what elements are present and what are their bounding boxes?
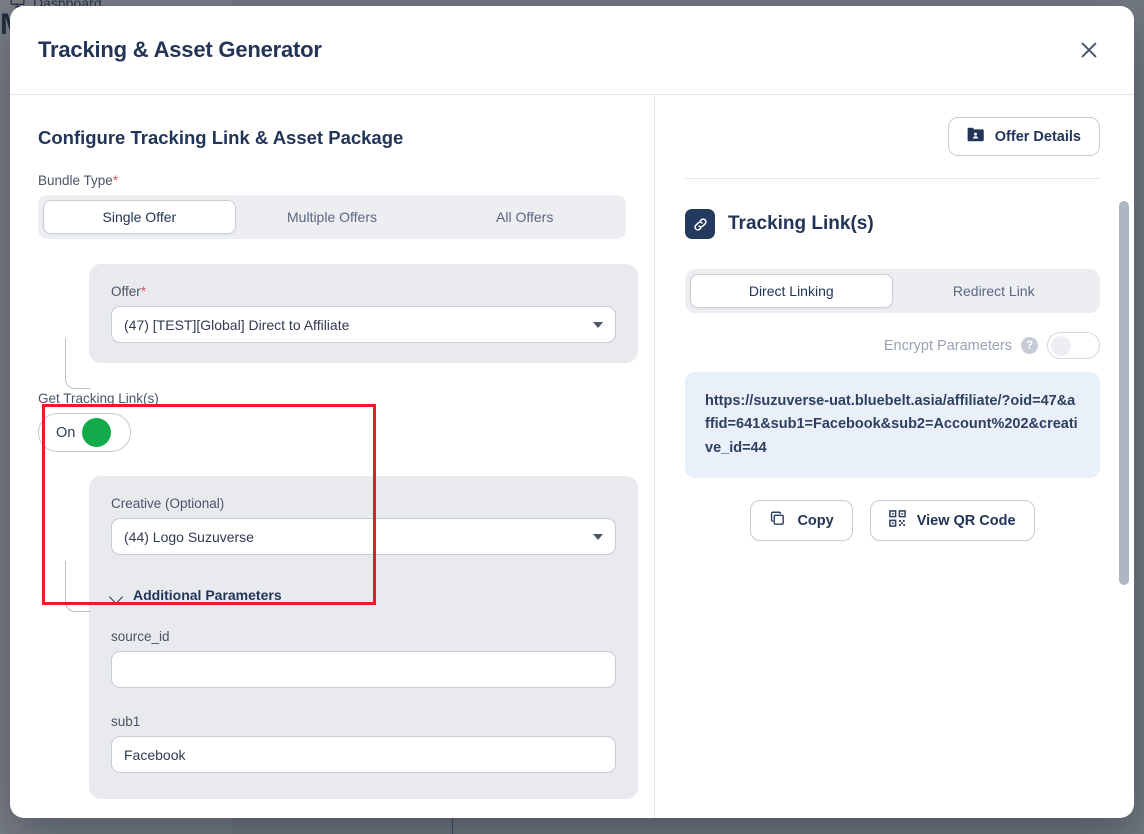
encrypt-parameters-switch[interactable] [1047,332,1100,359]
chevron-down-icon [593,534,603,540]
tracking-links-title: Tracking Link(s) [728,213,874,235]
tab-multiple-offers[interactable]: Multiple Offers [236,200,429,234]
tab-redirect-link[interactable]: Redirect Link [893,274,1096,308]
copy-button[interactable]: Copy [750,500,852,541]
get-tracking-links-label: Get Tracking Link(s) [38,391,626,406]
panel-divider [685,178,1100,179]
offer-card: Offer* (47) [TEST][Global] Direct to Aff… [89,264,638,363]
offer-label-text: Offer [111,284,141,299]
creative-label: Creative (Optional) [111,496,616,511]
qr-code-icon [889,510,906,531]
offer-select[interactable]: (47) [TEST][Global] Direct to Affiliate [111,306,616,343]
switch-knob [1051,336,1071,356]
required-marker: * [113,173,118,188]
tree-connector-creative [65,561,90,612]
required-marker: * [141,284,146,299]
tab-single-offer[interactable]: Single Offer [43,200,236,234]
tracking-links-header: Tracking Link(s) [685,209,1100,239]
additional-parameters-label: Additional Parameters [133,587,282,603]
sub1-label: sub1 [111,714,616,729]
bundle-type-segmented-control[interactable]: Single Offer Multiple Offers All Offers [38,195,626,239]
offer-select-value: (47) [TEST][Global] Direct to Affiliate [124,317,349,333]
view-qr-code-button[interactable]: View QR Code [870,500,1035,541]
tracking-url-text[interactable]: https://suzuverse-uat.bluebelt.asia/affi… [685,372,1100,478]
copy-icon [769,510,786,531]
close-icon[interactable] [1072,33,1106,67]
modal-header: Tracking & Asset Generator [10,6,1134,95]
creative-select-value: (44) Logo Suzuverse [124,529,254,545]
modal-title: Tracking & Asset Generator [38,37,322,63]
tracking-url-actions: Copy [685,500,1100,541]
chevron-down-icon [593,322,603,328]
additional-parameters-toggle[interactable]: Additional Parameters [111,587,616,603]
get-tracking-links-toggle[interactable]: On [38,413,131,452]
tab-all-offers[interactable]: All Offers [428,200,621,234]
toggle-knob [82,418,111,447]
link-mode-segmented-control[interactable]: Direct Linking Redirect Link [685,269,1100,313]
tree-connector-offer [65,338,90,389]
bundle-type-label-text: Bundle Type [38,173,113,188]
configure-panel: Configure Tracking Link & Asset Package … [10,95,655,818]
toggle-state-label: On [44,425,75,441]
copy-label: Copy [797,513,833,529]
link-icon [685,209,715,239]
tracking-asset-generator-modal: Tracking & Asset Generator Configure Tra… [10,6,1134,818]
modal-body: Configure Tracking Link & Asset Package … [10,95,1134,818]
chevron-down-icon [111,592,123,599]
encrypt-parameters-label: Encrypt Parameters [884,338,1012,354]
bundle-type-label: Bundle Type* [38,173,626,188]
creative-select[interactable]: (44) Logo Suzuverse [111,518,616,555]
source-id-label: source_id [111,629,616,644]
offer-label: Offer* [111,284,616,299]
source-id-input[interactable] [111,651,616,688]
encrypt-parameters-row: Encrypt Parameters ? [685,332,1100,359]
section-heading: Configure Tracking Link & Asset Package [38,127,626,149]
tab-direct-linking[interactable]: Direct Linking [690,274,893,308]
sub1-input[interactable]: Facebook [111,736,616,773]
view-qr-code-label: View QR Code [917,513,1016,529]
contact-card-icon [967,127,984,146]
tracking-link-panel: Offer Details Tracking Link(s) Direct Li… [655,95,1134,818]
sub1-value: Facebook [124,747,185,763]
offer-details-button[interactable]: Offer Details [948,117,1100,156]
modal-scrollbar[interactable] [1119,201,1129,585]
offer-details-label: Offer Details [995,129,1081,145]
help-icon[interactable]: ? [1021,337,1038,354]
creative-card: Creative (Optional) (44) Logo Suzuverse … [89,476,638,799]
offer-details-row: Offer Details [685,117,1100,156]
